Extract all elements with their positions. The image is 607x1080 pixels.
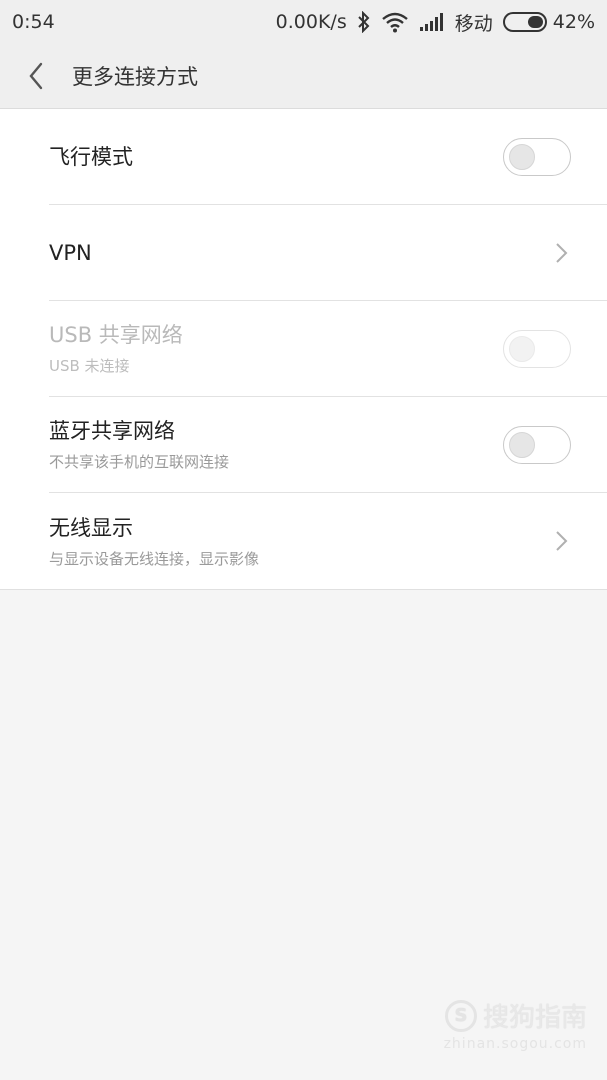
toggle-knob [509, 335, 535, 362]
airplane-mode-toggle[interactable] [503, 137, 571, 176]
sogou-logo-icon: S [444, 999, 477, 1032]
setting-vpn[interactable]: VPN [49, 205, 607, 301]
setting-title: USB 共享网络 [49, 323, 183, 347]
setting-usb-tethering: USB 共享网络 USB 未连接 [49, 301, 607, 397]
chevron-left-icon [29, 62, 43, 90]
bluetooth-tethering-toggle[interactable] [503, 425, 571, 464]
battery-fill [527, 16, 543, 28]
carrier-label: 移动 [454, 12, 493, 35]
back-button[interactable] [0, 44, 72, 109]
setting-title: VPN [49, 240, 92, 265]
toggle-knob [509, 143, 535, 170]
chevron-right-icon [556, 531, 568, 551]
battery-indicator: 42% [502, 11, 595, 33]
setting-title: 飞行模式 [49, 144, 133, 169]
settings-list: 飞行模式 VPN USB 共享网络 USB 未连接 蓝牙共享网络 不共享该手机的… [0, 109, 607, 590]
setting-subtitle: 不共享该手机的互联网连接 [49, 453, 230, 471]
wifi-icon [381, 11, 409, 33]
setting-wireless-display[interactable]: 无线显示 与显示设备无线连接，显示影像 [49, 493, 607, 589]
title-bar: 更多连接方式 [0, 44, 607, 109]
toggle-knob [509, 431, 535, 458]
bluetooth-icon [357, 11, 371, 33]
battery-icon [502, 12, 547, 32]
watermark: S 搜狗指南 zhinan.sogou.com [444, 997, 587, 1052]
setting-bluetooth-tethering[interactable]: 蓝牙共享网络 不共享该手机的互联网连接 [49, 397, 607, 493]
status-bar: 0:54 0.00K/s 移动 42% [0, 0, 607, 44]
setting-subtitle: USB 未连接 [49, 357, 130, 375]
setting-title: 蓝牙共享网络 [49, 419, 175, 443]
setting-subtitle: 与显示设备无线连接，显示影像 [49, 549, 260, 568]
setting-title: 无线显示 [49, 515, 133, 540]
status-time: 0:54 [12, 11, 55, 33]
page-title: 更多连接方式 [72, 65, 198, 89]
network-speed: 0.00K/s [275, 11, 347, 33]
setting-airplane-mode[interactable]: 飞行模式 [49, 109, 607, 205]
signal-icon [419, 12, 445, 32]
watermark-text: 搜狗指南 [482, 1003, 587, 1033]
watermark-url: zhinan.sogou.com [443, 1036, 587, 1052]
chevron-right-icon [556, 242, 568, 263]
battery-percent: 42% [552, 11, 595, 33]
usb-tethering-toggle [503, 329, 571, 368]
